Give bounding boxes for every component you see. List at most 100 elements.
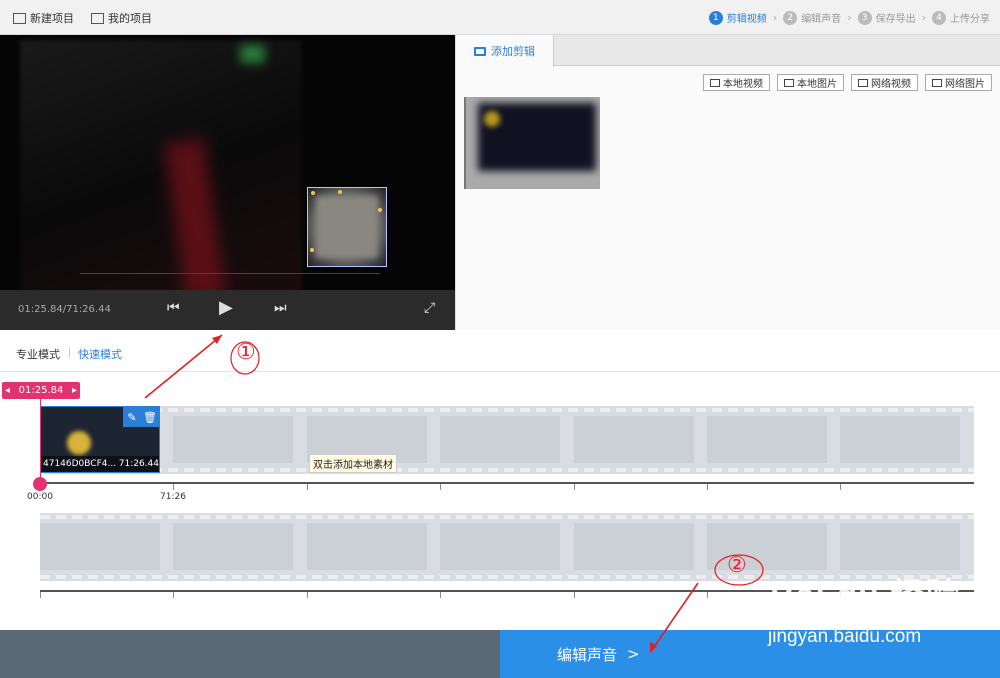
ruler-tick: [440, 592, 441, 598]
button-label: 网络视频: [871, 79, 911, 90]
library-thumbnail[interactable]: [464, 97, 600, 189]
step-label: 编辑声音: [801, 14, 842, 25]
time-readout: 01:25.84/71:26.44: [18, 304, 111, 315]
empty-slot[interactable]: [707, 523, 827, 570]
clip-name: 47146D0BCF4...: [43, 459, 117, 469]
empty-slot[interactable]: [840, 416, 960, 463]
button-label: 本地视频: [723, 79, 763, 90]
trash-icon[interactable]: 🗑: [141, 407, 159, 427]
new-project-button[interactable]: 新建项目: [13, 10, 74, 26]
clip-tools: ✎ 🗑: [123, 407, 159, 427]
time-ruler: [40, 482, 974, 490]
playhead-time: 01:25.84: [18, 385, 64, 396]
tab-label: 添加剪辑: [491, 45, 535, 58]
step-edit-video[interactable]: 1 剪辑视频: [708, 10, 767, 25]
chevron-right-icon: ›: [772, 11, 778, 24]
ruler-tick: [574, 484, 575, 490]
source-buttons: 本地视频 本地图片 网络视频 网络图片: [703, 74, 992, 91]
image-icon: [784, 78, 794, 87]
ruler-tick: [307, 592, 308, 598]
playhead-handle[interactable]: [33, 477, 47, 491]
play-icon[interactable]: ▶: [219, 297, 233, 318]
chevron-right-icon: ›: [847, 11, 852, 24]
clip-duration: 71:26.44: [118, 459, 159, 469]
next-frame-icon[interactable]: ⏭: [274, 300, 287, 316]
ruler-tick: [307, 484, 308, 490]
chevron-right-icon: ▸: [71, 385, 77, 396]
video-inset: [307, 187, 387, 267]
ruler-tick: [440, 484, 441, 490]
library-tabbar: 添加剪辑: [456, 35, 1000, 67]
inset-content: [316, 196, 378, 258]
annotation-number-1: ①: [236, 340, 256, 365]
fast-mode-tab[interactable]: 快速模式: [78, 346, 122, 362]
add-media-tooltip: 双击添加本地素材: [309, 454, 397, 473]
clip-library: 添加剪辑 本地视频 本地图片 网络视频 网络图片: [455, 35, 1000, 330]
decor-dot: [378, 208, 382, 212]
empty-slot[interactable]: [307, 523, 427, 570]
workflow-steps: 1 剪辑视频 › 2 编辑声音 › 3 保存导出 › 4 上传分享: [708, 10, 990, 25]
top-toolbar: 新建项目 我的项目 1 剪辑视频 › 2 编辑声音 › 3 保存导出 › 4 上…: [0, 0, 1000, 35]
next-step-label: 编辑声音: [557, 645, 618, 664]
step-edit-audio[interactable]: 2 编辑声音: [783, 10, 841, 25]
video-highlight: [240, 45, 265, 63]
video-track[interactable]: [40, 406, 974, 474]
edit-icon[interactable]: ✎: [123, 407, 141, 427]
ruler-tick: [840, 484, 841, 490]
mode-bar: 专业模式 快速模式: [0, 330, 1000, 372]
empty-slot[interactable]: [840, 523, 960, 570]
ruler-tick: [707, 484, 708, 490]
step-number: 3: [857, 10, 872, 25]
folder-icon: [91, 12, 104, 24]
step-number: 4: [932, 10, 946, 25]
playhead-line: [40, 399, 41, 484]
ruler-tick: [173, 592, 174, 598]
step-number: 2: [783, 10, 798, 25]
video-preview[interactable]: [0, 35, 455, 310]
ruler-tick: [574, 592, 575, 598]
chevron-right-icon: >: [627, 645, 640, 663]
local-image-button[interactable]: 本地图片: [777, 74, 844, 91]
watermark-url: jingyan.baidu.com: [768, 626, 922, 647]
timeline-clip[interactable]: ✎ 🗑 47146D0BCF4... 71:26.44: [40, 406, 160, 473]
decor-dot: [338, 190, 342, 194]
web-image-button[interactable]: 网络图片: [925, 74, 992, 91]
video-icon: [710, 78, 720, 87]
film-perforation: [40, 408, 974, 412]
ruler-tick: [40, 592, 41, 598]
empty-slot[interactable]: [440, 416, 560, 463]
empty-slot[interactable]: [440, 523, 560, 570]
prev-frame-icon[interactable]: ⏮: [167, 300, 180, 316]
empty-slot[interactable]: [574, 523, 694, 570]
empty-slot[interactable]: [40, 523, 160, 570]
step-upload[interactable]: 4 上传分享: [932, 10, 990, 25]
my-projects-button[interactable]: 我的项目: [91, 10, 152, 26]
empty-slot[interactable]: [173, 416, 293, 463]
video-icon: [858, 78, 868, 87]
playhead-tag[interactable]: ◂ 01:25.84 ▸: [2, 382, 80, 399]
frame-border: [80, 273, 380, 287]
video-frame: [20, 40, 302, 310]
empty-slot[interactable]: [574, 416, 694, 463]
decor-dot: [311, 191, 315, 195]
camera-icon: [474, 46, 486, 56]
chevron-right-icon: ›: [921, 11, 926, 24]
local-video-button[interactable]: 本地视频: [703, 74, 770, 91]
ruler-tick: [707, 592, 708, 598]
film-perforation: [40, 468, 974, 472]
watermark: Bai du 经验 jingyan.baidu.com: [740, 568, 990, 658]
fullscreen-icon[interactable]: ⤢: [424, 300, 435, 316]
thumbnail-highlight: [484, 111, 500, 127]
step-export[interactable]: 3 保存导出: [857, 10, 916, 25]
decor-dot: [310, 248, 314, 252]
tab-add-clip[interactable]: 添加剪辑: [456, 35, 554, 67]
step-label: 保存导出: [875, 14, 916, 25]
clip-preview: [67, 431, 91, 455]
divider: [69, 347, 70, 358]
step-label: 剪辑视频: [726, 14, 767, 25]
web-video-button[interactable]: 网络视频: [851, 74, 918, 91]
empty-slot[interactable]: [173, 523, 293, 570]
clip-label: 47146D0BCF4... 71:26.44: [41, 456, 159, 472]
pro-mode-tab[interactable]: 专业模式: [16, 346, 60, 362]
empty-slot[interactable]: [707, 416, 827, 463]
